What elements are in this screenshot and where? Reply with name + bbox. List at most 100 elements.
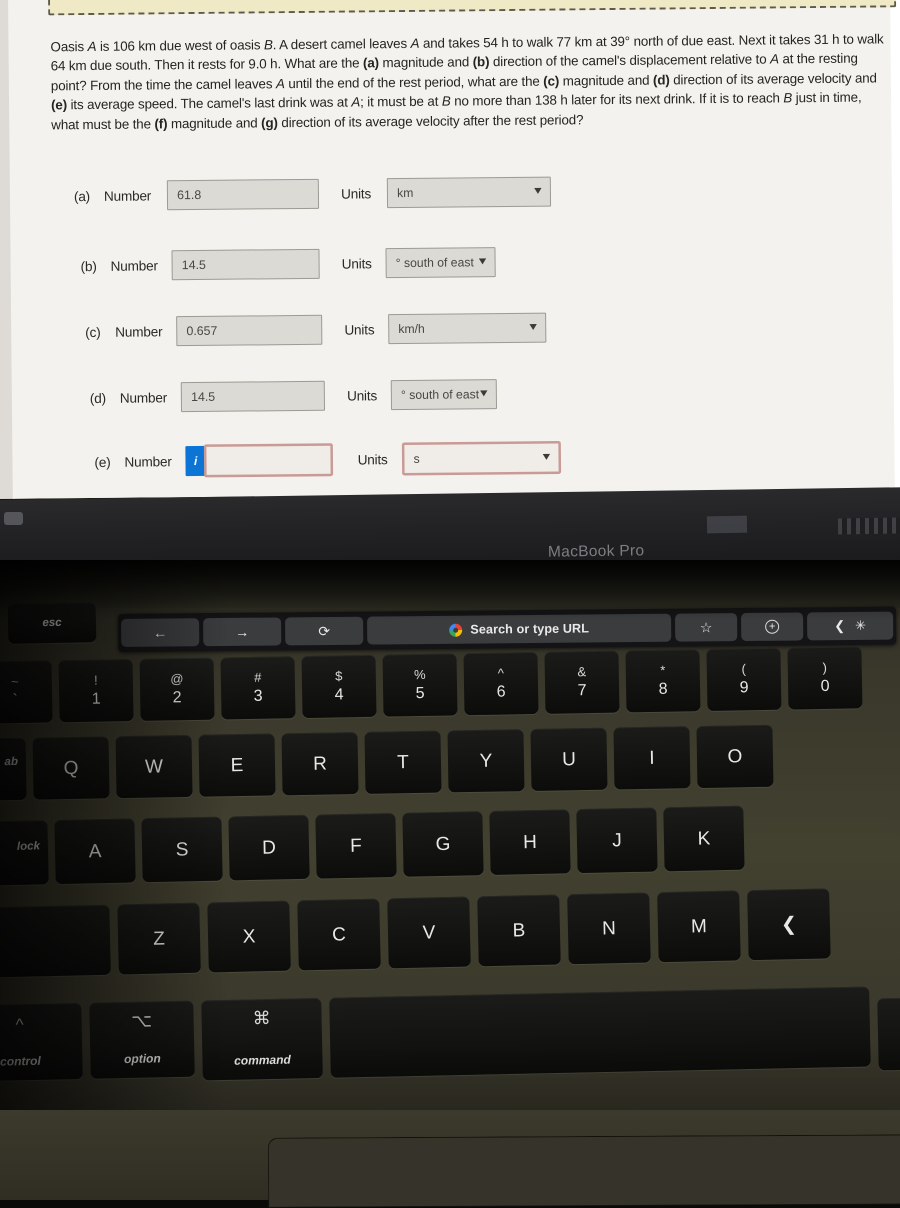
brightness-icon[interactable]: ✳ [855,618,866,634]
key-8-top: * [660,662,666,678]
key-6[interactable]: ^ 6 [463,651,539,716]
key-f[interactable]: F [315,812,397,879]
number-label-a: Number [103,187,152,204]
key-m[interactable]: M [657,890,741,963]
key-0-bottom: 0 [820,677,830,696]
key-c-label: C [331,923,347,946]
units-select-c[interactable]: km/h ▼ [388,312,547,345]
key-1[interactable]: ! 1 [58,659,134,723]
chevron-left-icon: ❮ [780,913,798,935]
assignment-sheet: Oasis A is 106 km due west of oasis B. A… [7,0,897,499]
key-esc[interactable]: esc [7,602,97,644]
key-2[interactable]: @ 2 [139,657,215,721]
key-v-label: V [422,921,436,944]
key-tab[interactable]: ab [0,737,27,802]
key-0[interactable]: ) 0 [787,646,863,710]
arrow-left-icon: ← [153,624,168,641]
trackpad[interactable] [267,1134,900,1208]
key-a[interactable]: A [54,818,136,885]
chevron-left-icon[interactable]: ❮ [834,618,845,634]
answer-tag-a: (a) [73,188,91,204]
keyboard-row-modifiers: ^ control ⌥ option ⌘ command [0,986,871,1085]
key-right-edge-partial[interactable] [877,997,900,1071]
key-w[interactable]: W [115,734,193,799]
touchbar-reload-button[interactable]: ⟳ [285,616,364,646]
units-value-d: ° south of east [400,387,480,403]
key-n[interactable]: N [567,892,651,965]
key-i-label: I [649,747,655,769]
key-capslock[interactable]: lock [0,820,49,887]
units-select-a[interactable]: km ▼ [386,176,552,209]
key-4[interactable]: $ 4 [301,654,377,719]
key-4-top: $ [335,668,343,684]
number-input-e[interactable] [205,444,332,476]
touchbar-control-strip[interactable]: ❮ ✳ [807,611,894,641]
key-control-label: control [0,1053,41,1069]
key-option[interactable]: ⌥ option [89,1000,195,1079]
number-value-b: 14.5 [181,257,206,273]
key-v[interactable]: V [387,896,471,969]
key-3[interactable]: # 3 [220,656,296,720]
key-b-label: B [512,919,526,942]
key-z[interactable]: Z [117,902,201,975]
touchbar-search-button[interactable]: Search or type URL [367,613,672,645]
units-label-b: Units [341,255,372,272]
touchbar-forward-button[interactable]: → [203,617,282,647]
units-select-e[interactable]: s ▼ [403,442,560,475]
bezel-glare [706,515,748,534]
info-badge-icon[interactable]: i [185,445,206,477]
units-select-b[interactable]: ° south of east ▼ [385,247,496,279]
key-shift-left[interactable] [0,904,111,978]
key-u[interactable]: U [530,727,608,791]
key-command-label: command [233,1052,291,1068]
key-x[interactable]: X [207,900,291,973]
key-5[interactable]: % 5 [382,653,458,717]
key-t[interactable]: T [364,730,442,794]
number-input-c[interactable]: 0.657 [176,314,323,347]
units-label-d: Units [346,387,378,404]
touchbar-search-label: Search or type URL [470,621,590,637]
key-comma-chevron[interactable]: ❮ [747,888,831,961]
units-select-d[interactable]: ° south of east ▼ [390,379,498,411]
key-c[interactable]: C [297,898,381,971]
key-k[interactable]: K [663,805,745,872]
number-value-d: 14.5 [190,389,216,405]
note-callout-box [47,0,897,16]
key-command[interactable]: ⌘ command [201,997,323,1081]
key-space[interactable] [329,986,871,1078]
key-r[interactable]: R [281,731,359,796]
key-o-label: O [727,745,743,768]
key-o[interactable]: O [696,724,774,789]
number-input-a[interactable]: 61.8 [166,178,320,211]
key-r-label: R [312,753,328,775]
key-j[interactable]: J [576,807,658,874]
key-control[interactable]: ^ control [0,1002,83,1082]
key-q[interactable]: Q [32,736,110,800]
option-glyph-icon: ⌥ [131,1010,153,1031]
number-input-b[interactable]: 14.5 [171,248,320,281]
chevron-down-icon: ▼ [540,451,553,463]
key-s[interactable]: S [141,816,223,883]
key-9[interactable]: ( 9 [706,647,782,711]
key-y-label: Y [479,750,493,772]
key-8[interactable]: * 8 [625,649,701,713]
bezel-left-notch [4,512,23,525]
touchbar-back-button[interactable]: ← [121,618,200,647]
touchbar-bookmark-button[interactable]: ☆ [675,613,738,642]
key-y[interactable]: Y [447,729,525,793]
bezel-vent [837,517,900,535]
key-backtick[interactable]: ~ ` [0,660,53,724]
key-esc-label: esc [42,616,62,630]
key-tab-label: ab [4,755,19,769]
number-input-d[interactable]: 14.5 [180,380,326,413]
key-d[interactable]: D [228,814,310,881]
key-i[interactable]: I [613,726,691,790]
key-g[interactable]: G [402,811,484,877]
key-h[interactable]: H [489,809,571,875]
key-b[interactable]: B [477,894,561,967]
touchbar-new-tab-button[interactable]: + [741,612,804,642]
answer-row-d: (d) Number 14.5 Units ° south of east ▼ [90,377,498,415]
key-7[interactable]: & 7 [544,650,620,714]
key-e[interactable]: E [198,733,276,797]
key-a-label: A [88,840,102,862]
